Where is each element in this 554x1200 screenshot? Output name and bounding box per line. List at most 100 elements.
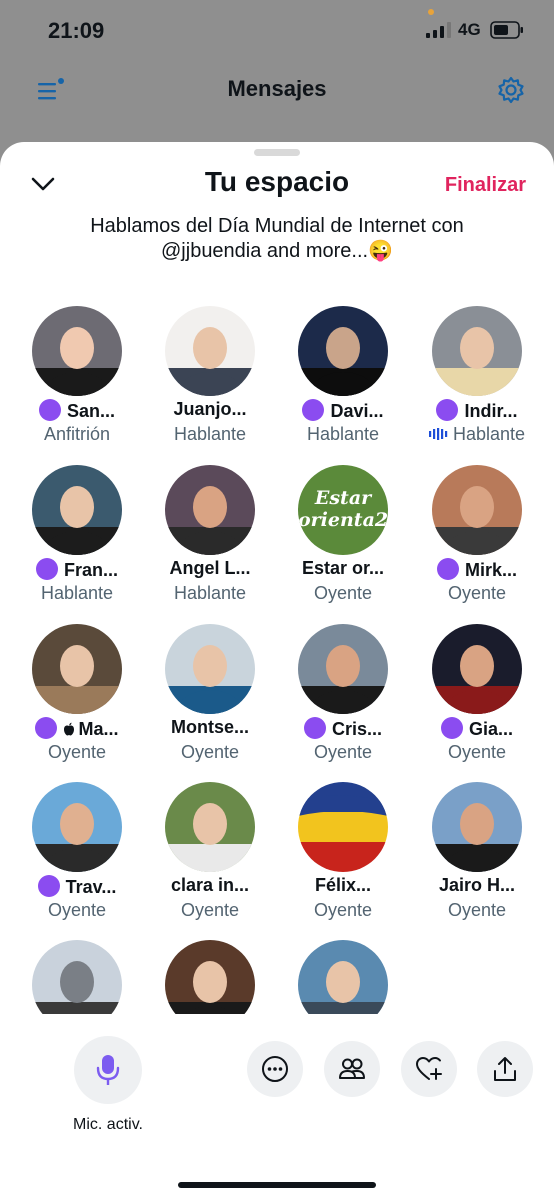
participant-avatar[interactable] (32, 465, 122, 555)
speaking-indicator-icon (428, 428, 448, 440)
participant-role: Hablante (143, 583, 277, 604)
reaction-button[interactable] (401, 1041, 457, 1097)
participant-role: Anfitrión (10, 424, 144, 445)
participant-name: Félix... (276, 875, 410, 896)
participant-role: Hablante (276, 424, 410, 445)
mic-button[interactable] (74, 1036, 142, 1104)
share-button[interactable] (477, 1041, 533, 1097)
network-type: 4G (458, 20, 481, 39)
participant-name: Fran... (10, 558, 144, 581)
purple-badge-icon (35, 717, 58, 739)
people-icon (339, 1058, 365, 1079)
people-button[interactable] (324, 1041, 380, 1097)
participant-avatar[interactable] (432, 782, 522, 872)
participant-18[interactable] (143, 940, 277, 1014)
participant-avatar[interactable] (165, 940, 255, 1014)
participant-1[interactable]: San... Anfitrión (10, 306, 144, 456)
more-button[interactable] (247, 1041, 303, 1097)
participant-name-text: Juanjo... (173, 399, 247, 419)
participant-role: Oyente (276, 583, 410, 604)
participant-7[interactable]: Estar orienta2 Estar or... Oyente (276, 465, 410, 615)
space-topic: Hablamos del Día Mundial de Internet con… (90, 215, 464, 262)
participant-name: Trav... (10, 875, 144, 898)
participant-name-text: Indir... (464, 401, 518, 421)
participant-name: Montse... (143, 717, 277, 738)
sheet-grabber[interactable] (254, 149, 300, 156)
participant-name: Estar or... (276, 558, 410, 579)
gear-icon[interactable] (496, 75, 526, 105)
participant-15[interactable]: Félix... Oyente (276, 782, 410, 932)
participant-role: Hablante (410, 424, 544, 445)
participant-12[interactable]: Gia... Oyente (410, 624, 544, 774)
participant-role-text: Hablante (40, 583, 114, 603)
participant-8[interactable]: Mirk... Oyente (410, 465, 544, 615)
participant-role: Oyente (10, 900, 144, 921)
participant-grid: San... Anfitrión Juanjo... Hablante Davi... H… (0, 306, 554, 1014)
participant-name-text: Angel L... (169, 558, 251, 578)
participant-name-text: Jairo H... (438, 875, 516, 895)
page-title: Mensajes (227, 76, 327, 101)
participant-role-text: Oyente (447, 742, 507, 762)
participant-avatar[interactable] (298, 940, 388, 1014)
participant-name-text: Félix... (314, 875, 372, 895)
participant-11[interactable]: Cris... Oyente (276, 624, 410, 774)
participant-avatar[interactable] (165, 465, 255, 555)
participant-role: Oyente (410, 900, 544, 921)
purple-badge-icon (436, 399, 459, 421)
participant-name: Cris... (276, 717, 410, 740)
status-bar: 21:09 4G (0, 0, 554, 60)
participant-role-text: Hablante (306, 424, 380, 444)
participant-avatar[interactable] (32, 624, 122, 714)
participant-5[interactable]: Fran... Hablante (10, 465, 144, 615)
participant-2[interactable]: Juanjo... Hablante (143, 306, 277, 456)
microphone-icon (96, 1055, 120, 1085)
participant-avatar[interactable] (32, 940, 122, 1014)
participant-avatar[interactable] (432, 306, 522, 396)
participant-avatar[interactable] (165, 782, 255, 872)
nav-bar: Mensajes (0, 60, 554, 120)
participant-role-text: Oyente (47, 742, 107, 762)
participant-name: clara in... (143, 875, 277, 896)
participant-avatar[interactable] (432, 465, 522, 555)
participant-role: Hablante (10, 583, 144, 604)
avatar-text-2: orienta2 (298, 509, 388, 531)
participant-avatar[interactable] (32, 306, 122, 396)
purple-badge-icon (440, 717, 463, 739)
participant-avatar[interactable] (432, 624, 522, 714)
participant-13[interactable]: Trav... Oyente (10, 782, 144, 932)
participant-3[interactable]: Davi... Hablante (276, 306, 410, 456)
heart-plus-icon (416, 1057, 442, 1080)
participant-avatar[interactable] (298, 624, 388, 714)
participant-10[interactable]: Montse... Oyente (143, 624, 277, 774)
participant-role-text: Oyente (47, 900, 107, 920)
participant-avatar[interactable] (165, 306, 255, 396)
participant-name-text: Trav... (65, 877, 117, 897)
participant-name-text: Davi... (330, 401, 384, 421)
participant-role-text: Hablante (173, 424, 247, 444)
participant-14[interactable]: clara in... Oyente (143, 782, 277, 932)
participant-avatar[interactable] (165, 624, 255, 714)
space-sheet: Tu espacio Finalizar Hablamos del Día Mu… (0, 142, 554, 1200)
participant-16[interactable]: Jairo H... Oyente (410, 782, 544, 932)
battery-icon (490, 21, 523, 39)
participant-name: Ma... (10, 717, 144, 740)
participant-name-text: Montse... (170, 717, 249, 737)
participant-19[interactable] (276, 940, 410, 1014)
participant-17[interactable] (10, 940, 144, 1014)
participant-name-text: Estar or... (301, 558, 385, 578)
participant-6[interactable]: Angel L... Hablante (143, 465, 277, 615)
participant-avatar[interactable] (32, 782, 122, 872)
purple-badge-icon (436, 558, 459, 580)
participant-avatar[interactable]: Estar orienta2 (298, 465, 388, 555)
more-icon (262, 1056, 288, 1082)
participant-9[interactable]: Ma... Oyente (10, 624, 144, 774)
home-indicator[interactable] (178, 1182, 376, 1188)
purple-badge-icon (302, 399, 325, 421)
participant-role-text: Hablante (173, 583, 247, 603)
participant-4[interactable]: Indir... Hablante (410, 306, 544, 456)
participant-avatar[interactable] (298, 306, 388, 396)
participant-name-text: Gia... (468, 719, 513, 739)
end-space-button[interactable]: Finalizar (445, 174, 526, 197)
participant-avatar[interactable] (298, 782, 388, 872)
participant-name-text: Ma... (78, 719, 119, 739)
